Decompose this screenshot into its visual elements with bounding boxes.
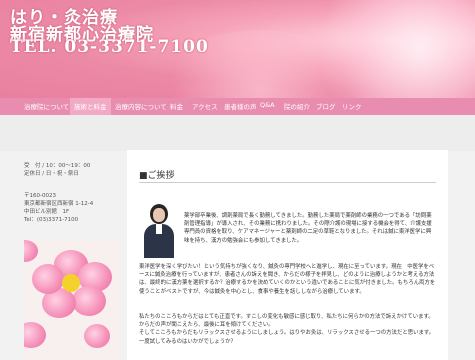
nav-item-links[interactable]: リンク xyxy=(342,101,362,111)
site-header: はり・灸治療 新宿新都心治療院 TEL. 03-3371-7100 xyxy=(0,0,475,98)
flower-center xyxy=(62,274,80,292)
flower-petal xyxy=(24,322,46,348)
greeting-paragraph-3: 私たちのこころもからだはとても正直です。すこしの変化も敏感に感じ取り、私たちに何… xyxy=(139,314,435,345)
sidebar-info: 受 付 / 10：00～19：00 定休日 / 日・祝・祭日 〒160-0023… xyxy=(24,162,119,224)
flower-petal xyxy=(84,324,110,348)
photo-face xyxy=(153,208,165,222)
main-nav: 治療院について 施術と料金 治療内容について 料金 アクセス 患者様の声 Q&A… xyxy=(0,98,475,115)
divider xyxy=(139,182,436,183)
greeting-paragraph-2: 東洋医学を深く学びたい！という気持ちが強くなり、鍼灸の専門学校へと進学し、現在に… xyxy=(139,264,436,295)
address-text: 東京都新宿区西新宿 1-12-4 xyxy=(24,201,94,207)
cosmos-flower-image xyxy=(24,240,119,360)
hours-text: 受 付 / 10：00～19：00 xyxy=(24,163,91,169)
postal-code: 〒160-0023 xyxy=(24,193,56,199)
nav-item-voices[interactable]: 患者様の声 xyxy=(224,101,257,111)
doctor-photo xyxy=(141,200,177,258)
main-content: ■ご挨拶 薬学部卒業後、調剤薬局で長く勤務してきました。勤務した薬局で薬剤師の業… xyxy=(127,150,448,360)
nav-item-treatment-price[interactable]: 施術と料金 xyxy=(70,98,111,115)
flower-petal xyxy=(24,240,38,262)
greeting-paragraph-1: 薬学部卒業後、調剤薬局で長く勤務してきました。勤務した薬局で薬剤師の業務の一つで… xyxy=(184,213,432,244)
nav-item-qa[interactable]: Q&A xyxy=(260,101,275,109)
nav-item-price[interactable]: 料金 xyxy=(170,101,183,111)
clinic-phone: TEL. 03-3371-7100 xyxy=(10,37,209,57)
nav-item-blog[interactable]: ブログ xyxy=(316,101,336,111)
nav-item-treatment-content[interactable]: 治療内容について xyxy=(115,101,167,111)
tel-text: Tel：(03)3371-7100 xyxy=(24,217,79,223)
nav-item-about[interactable]: 治療院について xyxy=(24,101,69,111)
nav-item-intro[interactable]: 院の紹介 xyxy=(284,101,310,111)
photo-collar xyxy=(156,224,162,234)
nav-item-access[interactable]: アクセス xyxy=(192,101,218,111)
closed-days-text: 定休日 / 日・祝・祭日 xyxy=(24,171,79,177)
header-spacer xyxy=(0,115,475,151)
flower-petal xyxy=(32,264,64,294)
building-text: 中田ビル別館 1F xyxy=(24,209,70,215)
section-title: ■ご挨拶 xyxy=(139,171,175,181)
flower-petal xyxy=(72,286,106,316)
